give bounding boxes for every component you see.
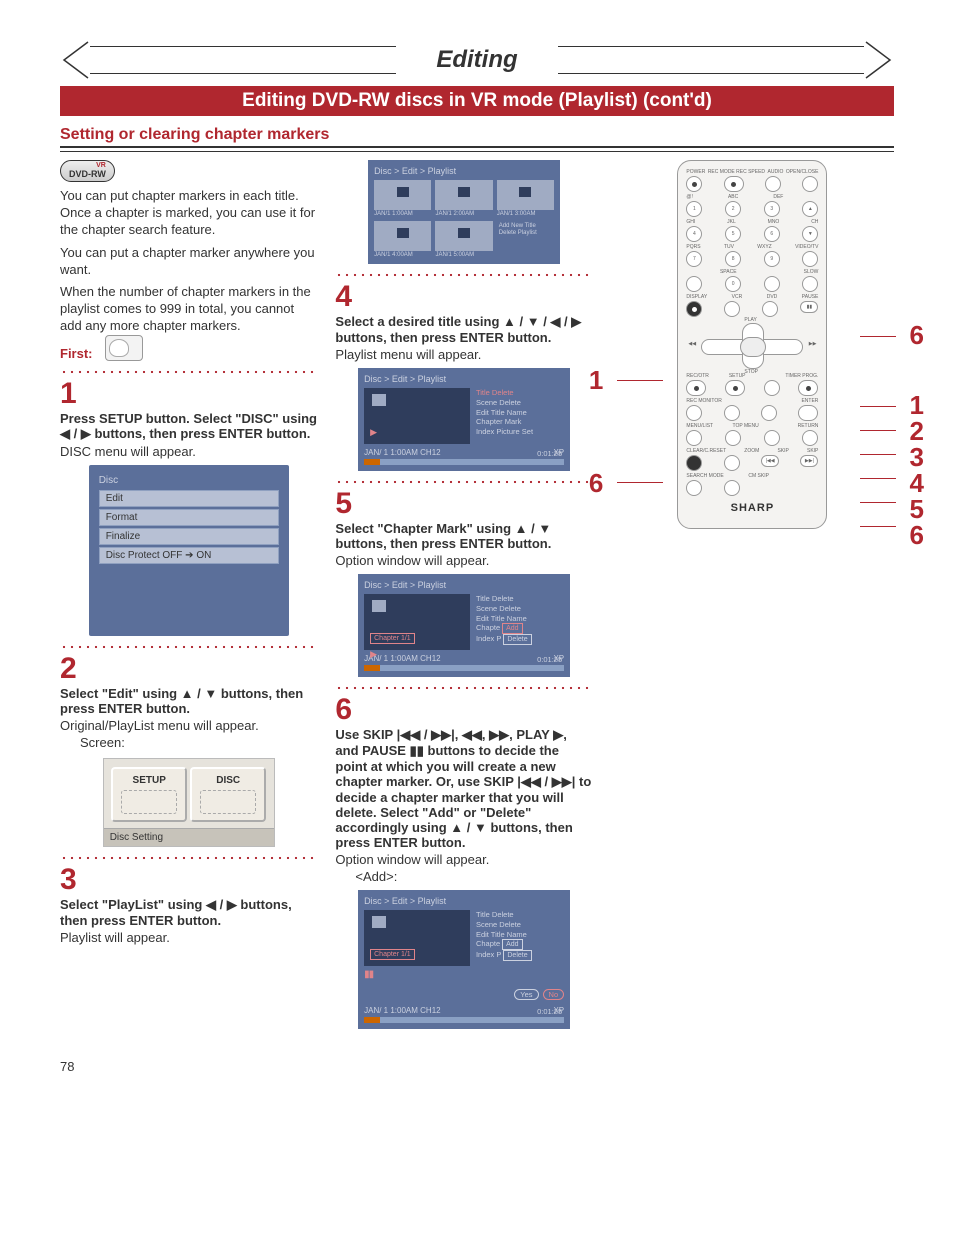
page-title-banner: Editing — [60, 40, 894, 80]
intro-para-1: You can put chapter markers in each titl… — [60, 188, 317, 239]
step-5-panel: Disc > Edit > Playlist Chapter 1/1▶ Titl… — [358, 574, 570, 677]
step-6-instruction: Use SKIP |◀◀ / ▶▶|, ◀◀, ▶▶, PLAY ▶, and … — [335, 727, 592, 850]
disc-menu-screenshot: Disc Edit Format Finalize Disc Protect O… — [89, 465, 289, 636]
subheading: Setting or clearing chapter markers — [60, 126, 894, 146]
dvd-rw-badge: VR DVD-RW — [60, 160, 115, 182]
page-title: Editing — [396, 46, 557, 74]
step-4-number: 4 — [335, 282, 592, 312]
step-5-result: Option window will appear. — [335, 553, 592, 568]
setup-disc-screenshot: SETUP DISC Disc Setting — [103, 758, 275, 847]
step-6-number: 6 — [335, 695, 592, 725]
step-1-number: 1 — [60, 379, 317, 409]
section-header: Editing DVD-RW discs in VR mode (Playlis… — [60, 86, 894, 116]
step-3-instruction: Select "PlayList" using ◀ / ▶ buttons, t… — [60, 897, 317, 928]
step-5-instruction: Select "Chapter Mark" using ▲ / ▼ button… — [335, 521, 592, 551]
intro-para-3: When the number of chapter markers in th… — [60, 284, 317, 335]
step-3-number: 3 — [60, 865, 317, 895]
hand-icon — [105, 335, 143, 361]
step-4-instruction: Select a desired title using ▲ / ▼ / ◀ /… — [335, 314, 592, 345]
step-3-result: Playlist will appear. — [60, 930, 317, 945]
intro-para-2: You can put a chapter marker anywhere yo… — [60, 245, 317, 279]
step-2-number: 2 — [60, 654, 317, 684]
step-4-panel: Disc > Edit > Playlist ▶ Title Delete Sc… — [358, 368, 570, 471]
step-4-result: Playlist menu will appear. — [335, 347, 592, 362]
remote-brand: SHARP — [686, 502, 818, 514]
step-6-result: Option window will appear. — [335, 852, 592, 867]
step-5-number: 5 — [335, 489, 592, 519]
remote-diagram: POWERREC MODE REC SPEEDAUDIOOPEN/CLOSE @… — [611, 160, 894, 529]
playlist-grid-screenshot: Disc > Edit > Playlist JAN/1 1:00AM JAN/… — [368, 160, 560, 264]
step-1-instruction: Press SETUP button. Select "DISC" using … — [60, 411, 317, 442]
step-2-instruction: Select "Edit" using ▲ / ▼ buttons, then … — [60, 686, 317, 716]
step-6-add-label: <Add>: — [335, 869, 592, 884]
step-6-panel: Disc > Edit > Playlist Chapter 1/1 Title… — [358, 890, 570, 1029]
callout-right-6: 6 — [910, 320, 924, 351]
callout-right-stack: 1 2 3 4 5 6 — [910, 392, 924, 548]
screen-label: Screen: — [60, 735, 317, 750]
first-label: First: — [60, 346, 93, 361]
callout-left-6: 6 — [589, 468, 603, 499]
page-number: 78 — [60, 1059, 894, 1074]
step-1-result: DISC menu will appear. — [60, 444, 317, 459]
step-2-result: Original/PlayList menu will appear. — [60, 718, 317, 733]
callout-left-1: 1 — [589, 365, 603, 396]
